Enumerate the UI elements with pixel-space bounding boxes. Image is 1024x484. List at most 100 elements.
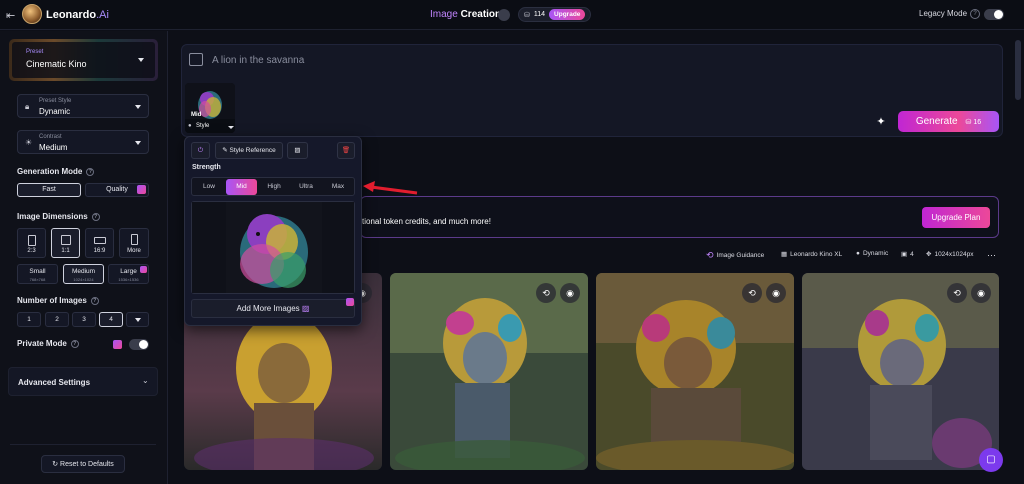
top-bar: ⇤ Leonardo.Ai Image Creation ⛁ 114 Upgra… [0, 0, 1024, 30]
generate-button[interactable]: Generate ⛁ 16 [898, 111, 999, 132]
info-icon[interactable] [498, 9, 510, 21]
ratio-2-3-button[interactable]: 2:3 [17, 228, 46, 258]
strength-max[interactable]: Max [323, 179, 353, 195]
more-options-icon[interactable]: ⋯ [987, 250, 996, 261]
token-balance[interactable]: ⛁ 114 Upgrade [518, 7, 592, 22]
add-more-images-button[interactable]: Add More Images ▨ [191, 299, 355, 318]
preset-style-value: Dynamic [39, 107, 71, 116]
drop-icon: ● [856, 250, 860, 257]
help-icon[interactable]: ? [70, 339, 79, 348]
style-strength-badge: Mid [191, 112, 202, 118]
guidance-icon[interactable]: ⟲ [947, 283, 967, 303]
generated-image-4[interactable]: ⟲ ◉ [802, 273, 999, 470]
generation-mode-title: Generation Mode? [17, 167, 95, 176]
chat-support-icon[interactable]: ▢ [979, 448, 1003, 472]
legacy-mode-toggle[interactable] [984, 9, 1004, 20]
eye-icon[interactable]: ◉ [766, 283, 786, 303]
guidance-icon[interactable]: ⟲ [536, 283, 556, 303]
image-upload-icon[interactable] [189, 53, 203, 66]
resize-icon: ✥ [926, 251, 932, 258]
reference-image-preview[interactable] [191, 201, 355, 294]
power-icon[interactable]: ⏻ [191, 142, 210, 159]
count-1-button[interactable]: 1 [17, 312, 41, 327]
private-mode-toggle[interactable] [129, 339, 149, 350]
lion-image [596, 273, 794, 470]
count-2-button[interactable]: 2 [45, 312, 69, 327]
images-icon: ▣ [901, 251, 908, 258]
number-of-images-title: Number of Images? [17, 296, 99, 305]
upgrade-plan-button[interactable]: Upgrade Plan [922, 207, 990, 228]
size-medium-button[interactable]: Medium 1024×1024 [63, 264, 104, 284]
generated-image-2[interactable]: ⟲ ◉ [390, 273, 588, 470]
token-count: 114 [533, 11, 546, 18]
chevron-down-icon: ⌄ [142, 376, 149, 385]
strength-high[interactable]: High [259, 179, 289, 195]
guidance-icon[interactable]: ⟲ [742, 283, 762, 303]
style-reference-thumbnail[interactable]: Mid ● Style [185, 83, 235, 133]
mode-fast-button[interactable]: Fast [17, 183, 81, 197]
eye-icon[interactable]: ◉ [971, 283, 991, 303]
square-ratio-icon [61, 235, 71, 245]
magic-wand-icon[interactable]: ✦ [871, 112, 891, 132]
image-dimensions-title: Image Dimensions? [17, 212, 100, 221]
count-more-button[interactable] [126, 312, 149, 327]
image-add-icon: ▨ [301, 304, 310, 313]
sidebar: Preset Cinematic Kino 🔒︎ Preset Style Dy… [0, 31, 168, 484]
premium-gem-icon [137, 185, 146, 194]
advanced-settings-toggle[interactable]: Advanced Settings ⌄ [8, 367, 158, 396]
contrast-select[interactable]: ☀ Contrast Medium [17, 130, 149, 154]
strength-mid[interactable]: Mid [226, 179, 257, 195]
preset-label: Preset [26, 49, 44, 55]
token-icon: ⛁ [524, 11, 530, 19]
preset-dropdown[interactable]: Preset Cinematic Kino [9, 39, 158, 81]
image-guidance-chip[interactable]: ⟲ Image Guidance [706, 250, 764, 261]
size-small-button[interactable]: Small 768×768 [17, 264, 58, 284]
chevron-down-icon [135, 141, 141, 145]
guidance-icon: ⟲ [706, 250, 714, 260]
premium-gem-icon [346, 298, 354, 306]
mode-quality-button[interactable]: Quality [85, 183, 149, 197]
reset-defaults-button[interactable]: ↻ Reset to Defaults [41, 455, 125, 473]
style-reference-button[interactable]: ✎ Style Reference [215, 142, 283, 159]
generated-image-3[interactable]: ⟲ ◉ [596, 273, 794, 470]
count-4-button[interactable]: 4 [99, 312, 123, 327]
strength-low[interactable]: Low [194, 179, 224, 195]
help-icon[interactable]: ? [970, 9, 980, 19]
prompt-input[interactable]: A lion in the savanna [212, 55, 304, 66]
edit-icon: ✎ [222, 147, 230, 154]
palette-icon: ● [188, 123, 192, 129]
ratio-1-1-button[interactable]: 1:1 [51, 228, 80, 258]
help-icon[interactable]: ? [90, 296, 99, 305]
brand-name[interactable]: Leonardo.Ai [46, 9, 109, 21]
ratio-16-9-button[interactable]: 16:9 [85, 228, 114, 258]
strength-label: Strength [192, 164, 221, 171]
chevron-down-icon [138, 58, 144, 62]
style-label: Style [196, 123, 210, 129]
preset-style-select[interactable]: 🔒︎ Preset Style Dynamic [17, 94, 149, 118]
premium-gem-icon [113, 340, 122, 349]
replace-image-icon[interactable]: ▨ [287, 142, 308, 159]
count-3-button[interactable]: 3 [72, 312, 96, 327]
back-arrow-icon[interactable]: ⇤ [6, 9, 15, 22]
premium-gem-icon [140, 266, 147, 273]
eagle-reference-image [192, 202, 354, 293]
eye-icon[interactable]: ◉ [560, 283, 580, 303]
strength-ultra[interactable]: Ultra [291, 179, 321, 195]
chevron-down-icon [228, 126, 234, 129]
ratio-more-button[interactable]: More [119, 228, 149, 258]
preset-style-label: Preset Style [39, 98, 72, 104]
size-large-button[interactable]: Large 1536×1536 [108, 264, 149, 284]
custom-ratio-icon [131, 234, 138, 245]
contrast-value: Medium [39, 143, 68, 152]
upgrade-button[interactable]: Upgrade [549, 9, 586, 20]
preset-value: Cinematic Kino [26, 59, 87, 69]
scrollbar[interactable] [1015, 40, 1021, 100]
logo-avatar[interactable] [22, 4, 42, 24]
trash-icon[interactable]: 🗑︎ [337, 142, 355, 159]
advanced-settings-label: Advanced Settings [18, 378, 91, 387]
portrait-ratio-icon [28, 235, 36, 246]
size-chip: ✥ 1024x1024px [926, 250, 974, 259]
token-cost: ⛁ 16 [965, 118, 982, 126]
help-icon[interactable]: ? [86, 167, 95, 176]
help-icon[interactable]: ? [91, 212, 100, 221]
